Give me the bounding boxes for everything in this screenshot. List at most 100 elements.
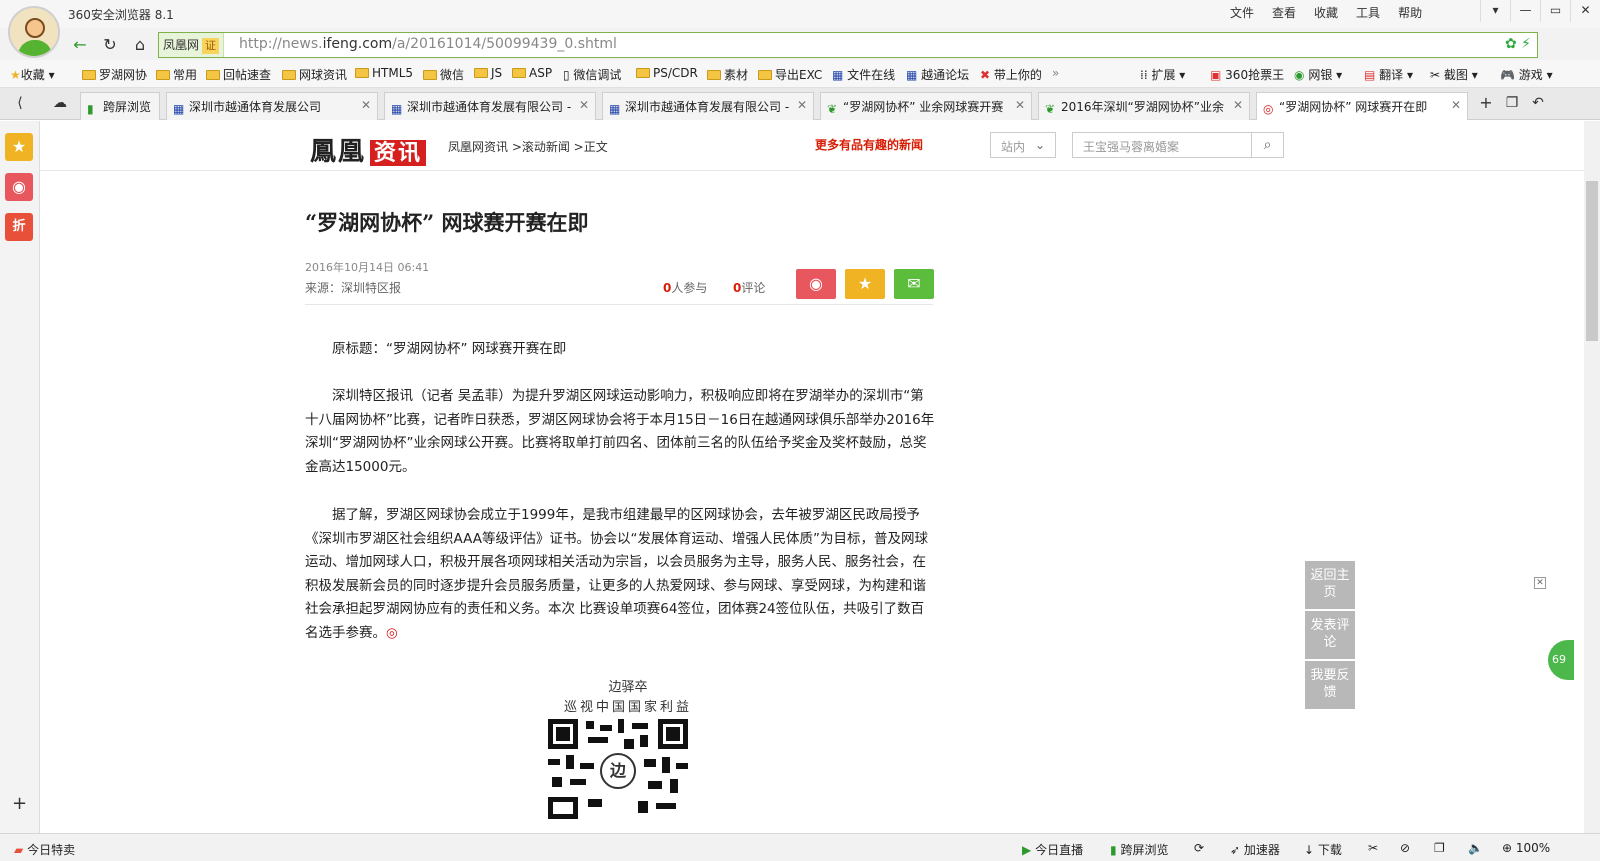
- close-tab-icon[interactable]: ✕: [797, 98, 807, 112]
- bookmark-folder[interactable]: 罗湖网协: [82, 66, 147, 83]
- tab-list-icon[interactable]: ❐: [1500, 92, 1524, 114]
- bookmark-folder[interactable]: 回帖速查: [206, 66, 271, 83]
- tab[interactable]: ❦ “罗湖网协杯” 业余网球赛开赛 ✕: [820, 92, 1032, 120]
- menu-tools[interactable]: 工具: [1356, 4, 1380, 21]
- skin-icon[interactable]: ▾: [1480, 0, 1510, 22]
- tab-scroll-left-icon[interactable]: ⟨: [8, 92, 32, 114]
- menu-help[interactable]: 帮助: [1398, 4, 1422, 21]
- minimize-button[interactable]: —: [1510, 0, 1540, 22]
- slogan-link[interactable]: 更多有品有趣的新闻: [815, 136, 923, 153]
- tab[interactable]: ▦ 深圳市越通体育发展有限公司 - ✕: [384, 92, 596, 120]
- discount-icon[interactable]: 折: [5, 213, 33, 241]
- close-tab-icon[interactable]: ✕: [1451, 98, 1461, 112]
- accelerator-button[interactable]: ➶ 加速器: [1230, 841, 1280, 858]
- bookmark-page[interactable]: ▦ 文件在线: [832, 66, 895, 83]
- leaf-icon: ❦: [1045, 102, 1056, 116]
- feedback-button[interactable]: 我要反馈: [1305, 661, 1355, 709]
- bookmark-folder[interactable]: PS/CDR: [636, 66, 698, 80]
- breadcrumb[interactable]: 凤凰网资讯 >滚动新闻 >正文: [448, 138, 608, 155]
- security-icon[interactable]: ✿ ⚡: [1505, 36, 1531, 52]
- favorites-star-icon[interactable]: ★: [5, 133, 33, 161]
- paragraph-2: 据了解，罗湖区网球协会成立于1999年，是我市组建最早的区网球协会，去年被罗湖区…: [305, 507, 928, 641]
- new-tab-icon[interactable]: +: [1474, 92, 1498, 114]
- more-bookmarks-icon[interactable]: »: [1052, 66, 1059, 80]
- cert-badge[interactable]: 证: [202, 38, 220, 54]
- menu-file[interactable]: 文件: [1230, 4, 1254, 21]
- cross-screen-button[interactable]: ▮ 跨屏浏览: [1110, 841, 1168, 858]
- cloud-icon[interactable]: ☁: [48, 92, 72, 114]
- search-scope-select[interactable]: 站内 ⌄: [990, 132, 1056, 158]
- extensions-button[interactable]: ⁞⁞ 扩展 ▾: [1140, 66, 1185, 83]
- bookmark-folder[interactable]: 微信: [423, 66, 464, 83]
- status-bar: ▰ 今日特卖 ▶ 今日直播 ▮ 跨屏浏览 ⟳ ➶ 加速器 ↓ 下载 ✂ ⊘ ❐ …: [0, 833, 1600, 861]
- deals-link[interactable]: ▰ 今日特卖: [14, 841, 75, 858]
- refresh-status-icon[interactable]: ⟳: [1194, 841, 1204, 855]
- scrollbar-thumb[interactable]: [1586, 181, 1598, 341]
- live-button[interactable]: ▶ 今日直播: [1022, 841, 1083, 858]
- search-icon[interactable]: ⌕: [1251, 133, 1283, 157]
- download-icon: ↓: [1304, 843, 1315, 857]
- ticket-button[interactable]: ▣ 360抢票王: [1210, 66, 1284, 83]
- bookmark-page[interactable]: ▯ 微信调试: [563, 66, 621, 83]
- restore-tab-icon[interactable]: ↶: [1526, 92, 1550, 114]
- window-icon[interactable]: ❐: [1434, 841, 1445, 855]
- back-home-button[interactable]: 返回主页: [1305, 561, 1355, 609]
- url-input[interactable]: 凤凰网证 http://news.ifeng.com/a/20161014/50…: [158, 32, 1538, 58]
- app-title: 360安全浏览器 8.1: [68, 8, 174, 22]
- zoom-control[interactable]: ⊕ 100%: [1502, 841, 1550, 855]
- menu-view[interactable]: 查看: [1272, 4, 1296, 21]
- screenshot-button[interactable]: ✂ 截图 ▾: [1430, 66, 1478, 83]
- title-bar: 360安全浏览器 8.1 文件 查看 收藏 工具 帮助 ▾ — ▭ ✕: [0, 0, 1600, 28]
- bookmark-page[interactable]: ▦ 越通论坛: [906, 66, 969, 83]
- site-identity[interactable]: 凤凰网证: [159, 33, 225, 57]
- close-tab-icon[interactable]: ✕: [579, 98, 589, 112]
- bookmark-folder[interactable]: 素材: [707, 66, 748, 83]
- translate-button[interactable]: ▤ 翻译 ▾: [1364, 66, 1413, 83]
- bookmark-favorites[interactable]: ★收藏 ▾: [10, 66, 55, 83]
- tab[interactable]: ❦ 2016年深圳“罗湖网协杯”业余 ✕: [1038, 92, 1250, 120]
- clean-icon[interactable]: ⊘: [1400, 841, 1410, 855]
- netbank-button[interactable]: ◉ 网银 ▾: [1294, 66, 1342, 83]
- search-input[interactable]: 王宝强马蓉离婚案 ⌕: [1072, 132, 1284, 158]
- tab-active[interactable]: ◎ “罗湖网协杯” 网球赛开在即 ✕: [1256, 92, 1468, 120]
- home-icon[interactable]: ⌂: [128, 34, 152, 56]
- post-comment-button[interactable]: 发表评论: [1305, 611, 1355, 659]
- favorite-star-button[interactable]: ★: [845, 269, 885, 299]
- maximize-button[interactable]: ▭: [1540, 0, 1570, 22]
- share-weibo-button[interactable]: ◉: [796, 269, 836, 299]
- article-source[interactable]: 来源：深圳特区报: [305, 279, 401, 296]
- ifeng-logo[interactable]: 鳳凰 资讯: [310, 131, 427, 168]
- back-arrow-icon[interactable]: ←: [68, 34, 92, 56]
- bookmark-page[interactable]: ✖ 带上你的: [980, 66, 1042, 83]
- tab-cross-screen[interactable]: ▮ 跨屏浏览: [80, 92, 160, 120]
- close-tab-icon[interactable]: ✕: [1015, 98, 1025, 112]
- tab[interactable]: ▦ 深圳市越通体育发展公司 ✕: [166, 92, 378, 120]
- qr-caption-slogan: 巡视中国国家利益: [563, 700, 692, 715]
- refresh-icon[interactable]: ↻: [98, 34, 122, 56]
- comments-count[interactable]: 0评论: [733, 279, 765, 296]
- close-tab-icon[interactable]: ✕: [361, 98, 371, 112]
- tag-icon: ▰: [14, 843, 24, 857]
- user-avatar[interactable]: [8, 6, 60, 58]
- tools-icon[interactable]: ✂: [1368, 841, 1378, 855]
- participants-count[interactable]: 0人参与: [663, 279, 707, 296]
- menu-favorites[interactable]: 收藏: [1314, 4, 1338, 21]
- sound-icon[interactable]: 🔈: [1468, 841, 1483, 855]
- bookmark-folder[interactable]: JS: [474, 66, 502, 80]
- vertical-scrollbar[interactable]: [1584, 121, 1600, 833]
- tab[interactable]: ▦ 深圳市越通体育发展有限公司 - ✕: [602, 92, 814, 120]
- bookmark-folder[interactable]: 网球资讯: [282, 66, 347, 83]
- download-button[interactable]: ↓ 下载: [1304, 841, 1342, 858]
- bookmark-folder[interactable]: 常用: [156, 66, 197, 83]
- close-button[interactable]: ✕: [1570, 0, 1600, 22]
- weibo-icon[interactable]: ◉: [5, 173, 33, 201]
- close-tab-icon[interactable]: ✕: [1233, 98, 1243, 112]
- menu-bar: 文件 查看 收藏 工具 帮助: [1230, 4, 1422, 21]
- ad-close-icon[interactable]: ✕: [1534, 577, 1546, 589]
- games-button[interactable]: 🎮 游戏 ▾: [1500, 66, 1553, 83]
- bookmark-folder[interactable]: ASP: [512, 66, 552, 80]
- bookmark-folder[interactable]: HTML5: [355, 66, 413, 80]
- share-wechat-button[interactable]: ✉: [894, 269, 934, 299]
- add-sidebar-icon[interactable]: +: [12, 793, 27, 814]
- bookmark-folder[interactable]: 导出EXC: [758, 66, 822, 83]
